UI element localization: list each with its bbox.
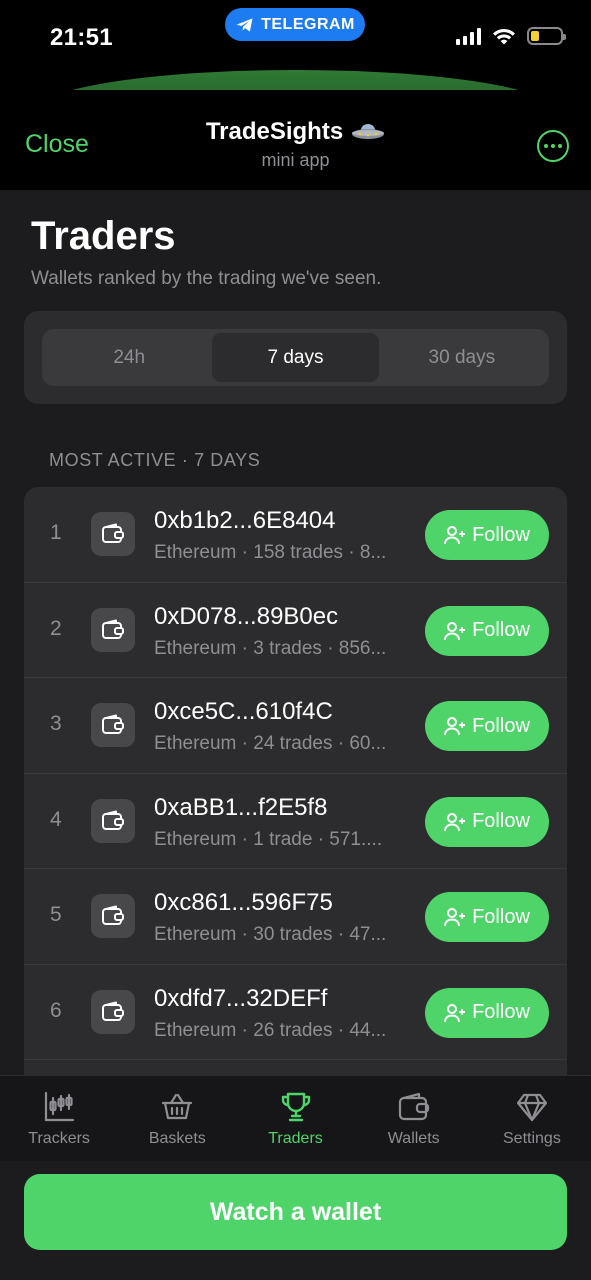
telegram-icon bbox=[236, 17, 253, 32]
status-time: 21:51 bbox=[50, 24, 113, 51]
trader-row[interactable]: 5 0xc861...596F75 Ethereum · 30 trades ·… bbox=[24, 869, 567, 965]
trader-rank: 6 bbox=[50, 998, 62, 1022]
app-title-block: TradeSights mini app bbox=[0, 118, 591, 171]
app-header: Close TradeSights mini app bbox=[0, 90, 591, 190]
add-person-icon bbox=[444, 526, 466, 545]
status-icons bbox=[456, 26, 566, 46]
tab-traders[interactable]: Traders bbox=[236, 1076, 354, 1161]
period-tab-24h[interactable]: 24h bbox=[46, 333, 212, 382]
basket-icon bbox=[162, 1093, 193, 1120]
follow-label: Follow bbox=[472, 905, 530, 928]
follow-button[interactable]: Follow bbox=[425, 701, 549, 751]
app-title-text: TradeSights bbox=[205, 118, 344, 145]
follow-button[interactable]: Follow bbox=[425, 892, 549, 942]
trader-meta: Ethereum · 26 trades · 44... bbox=[154, 1019, 387, 1041]
add-person-icon bbox=[444, 908, 466, 927]
follow-button[interactable]: Follow bbox=[425, 605, 549, 656]
traders-list: 1 0xb1b2...6E8404 Ethereum · 158 trades … bbox=[24, 487, 567, 1075]
trader-address: 0xc861...596F75 bbox=[154, 889, 333, 916]
more-options-button[interactable] bbox=[537, 130, 569, 162]
bottom-tab-bar: Trackers Baskets Traders Wallets Setting… bbox=[0, 1075, 591, 1161]
chart-candles-icon bbox=[44, 1091, 75, 1122]
trader-rank: 5 bbox=[50, 903, 62, 926]
trader-rank: 3 bbox=[50, 712, 62, 735]
bottom-action-area: Watch a wallet bbox=[0, 1161, 591, 1280]
wallet-icon bbox=[91, 607, 135, 652]
tab-label: Settings bbox=[503, 1130, 561, 1147]
more-dot bbox=[551, 144, 555, 148]
app-subtitle: mini app bbox=[261, 150, 330, 170]
wallet-icon bbox=[91, 894, 135, 938]
diamond-icon bbox=[516, 1093, 548, 1122]
add-person-icon bbox=[444, 812, 466, 831]
telegram-label: TELEGRAM bbox=[261, 15, 355, 33]
trader-address: 0xce5C...610f4C bbox=[154, 698, 333, 725]
follow-label: Follow bbox=[472, 1001, 530, 1023]
tab-settings[interactable]: Settings bbox=[473, 1076, 591, 1161]
page-title: Traders bbox=[31, 214, 176, 258]
ufo-icon bbox=[352, 124, 385, 139]
wallet-icon bbox=[91, 512, 135, 556]
trader-rank: 4 bbox=[50, 807, 62, 831]
tab-baskets[interactable]: Baskets bbox=[118, 1076, 236, 1161]
wallet-icon bbox=[91, 798, 135, 843]
trader-meta: Ethereum · 1 trade · 571.... bbox=[154, 828, 383, 850]
trader-row[interactable]: 1 0xb1b2...6E8404 Ethereum · 158 trades … bbox=[24, 487, 567, 583]
period-selector-card: 24h 7 days 30 days bbox=[24, 311, 567, 404]
add-person-icon bbox=[444, 717, 466, 736]
tab-wallets[interactable]: Wallets bbox=[355, 1076, 473, 1161]
more-dot bbox=[544, 144, 548, 148]
telegram-pill[interactable]: TELEGRAM bbox=[225, 8, 365, 41]
trader-meta: Ethereum · 24 trades · 60... bbox=[154, 733, 387, 754]
tab-label: Trackers bbox=[28, 1130, 90, 1147]
tab-label: Baskets bbox=[148, 1130, 206, 1147]
more-dot bbox=[558, 144, 562, 148]
follow-button[interactable]: Follow bbox=[425, 510, 549, 560]
tab-trackers[interactable]: Trackers bbox=[0, 1076, 118, 1161]
wallet-icon bbox=[91, 703, 135, 747]
period-tab-7-days[interactable]: 7 days bbox=[212, 333, 379, 382]
follow-button[interactable]: Follow bbox=[425, 796, 549, 847]
add-person-icon bbox=[444, 1003, 466, 1022]
trader-rank: 2 bbox=[50, 616, 62, 640]
app-title: TradeSights bbox=[206, 118, 385, 146]
add-person-icon bbox=[444, 621, 466, 640]
section-label: MOST ACTIVE · 7 DAYS bbox=[49, 450, 261, 470]
trader-meta: Ethereum · 3 trades · 856... bbox=[154, 637, 387, 659]
trader-meta: Ethereum · 158 trades · 8... bbox=[154, 542, 387, 563]
page-subtitle: Wallets ranked by the trading we've seen… bbox=[31, 268, 382, 289]
trophy-icon bbox=[281, 1092, 310, 1122]
trader-meta: Ethereum · 30 trades · 47... bbox=[154, 924, 387, 945]
cellular-signal-icon bbox=[456, 27, 481, 45]
trader-row[interactable]: 6 0xdfd7...32DEFf Ethereum · 26 trades ·… bbox=[24, 965, 567, 1060]
trader-address: 0xaBB1...f2E5f8 bbox=[154, 793, 328, 821]
status-bar: 21:51 TELEGRAM bbox=[0, 0, 591, 72]
trader-address: 0xdfd7...32DEFf bbox=[154, 984, 328, 1012]
tab-label: Wallets bbox=[387, 1130, 440, 1147]
period-segmented-control: 24h 7 days 30 days bbox=[42, 329, 549, 386]
trader-row-partial[interactable] bbox=[24, 1060, 567, 1075]
app-preview-strip bbox=[38, 70, 553, 92]
trader-rank: 1 bbox=[50, 521, 62, 544]
wallet-icon bbox=[91, 989, 135, 1034]
follow-button[interactable]: Follow bbox=[425, 987, 549, 1038]
trader-row[interactable]: 2 0xD078...89B0ec Ethereum · 3 trades · … bbox=[24, 583, 567, 678]
tab-label: Traders bbox=[268, 1130, 323, 1147]
trader-address: 0xD078...89B0ec bbox=[154, 602, 339, 630]
trader-row[interactable]: 4 0xaBB1...f2E5f8 Ethereum · 1 trade · 5… bbox=[24, 774, 567, 869]
period-tab-30-days[interactable]: 30 days bbox=[379, 333, 545, 382]
trader-row[interactable]: 3 0xce5C...610f4C Ethereum · 24 trades ·… bbox=[24, 678, 567, 774]
wifi-icon bbox=[493, 28, 515, 45]
battery-icon bbox=[527, 27, 566, 45]
follow-label: Follow bbox=[472, 714, 530, 737]
follow-label: Follow bbox=[472, 523, 530, 546]
trader-address: 0xb1b2...6E8404 bbox=[154, 507, 336, 534]
follow-label: Follow bbox=[472, 810, 530, 832]
battery-level bbox=[531, 31, 540, 41]
traders-content[interactable]: Traders Wallets ranked by the trading we… bbox=[0, 190, 591, 1075]
follow-label: Follow bbox=[472, 619, 530, 641]
watch-wallet-button[interactable]: Watch a wallet bbox=[24, 1174, 567, 1250]
wallet-icon bbox=[398, 1092, 429, 1121]
